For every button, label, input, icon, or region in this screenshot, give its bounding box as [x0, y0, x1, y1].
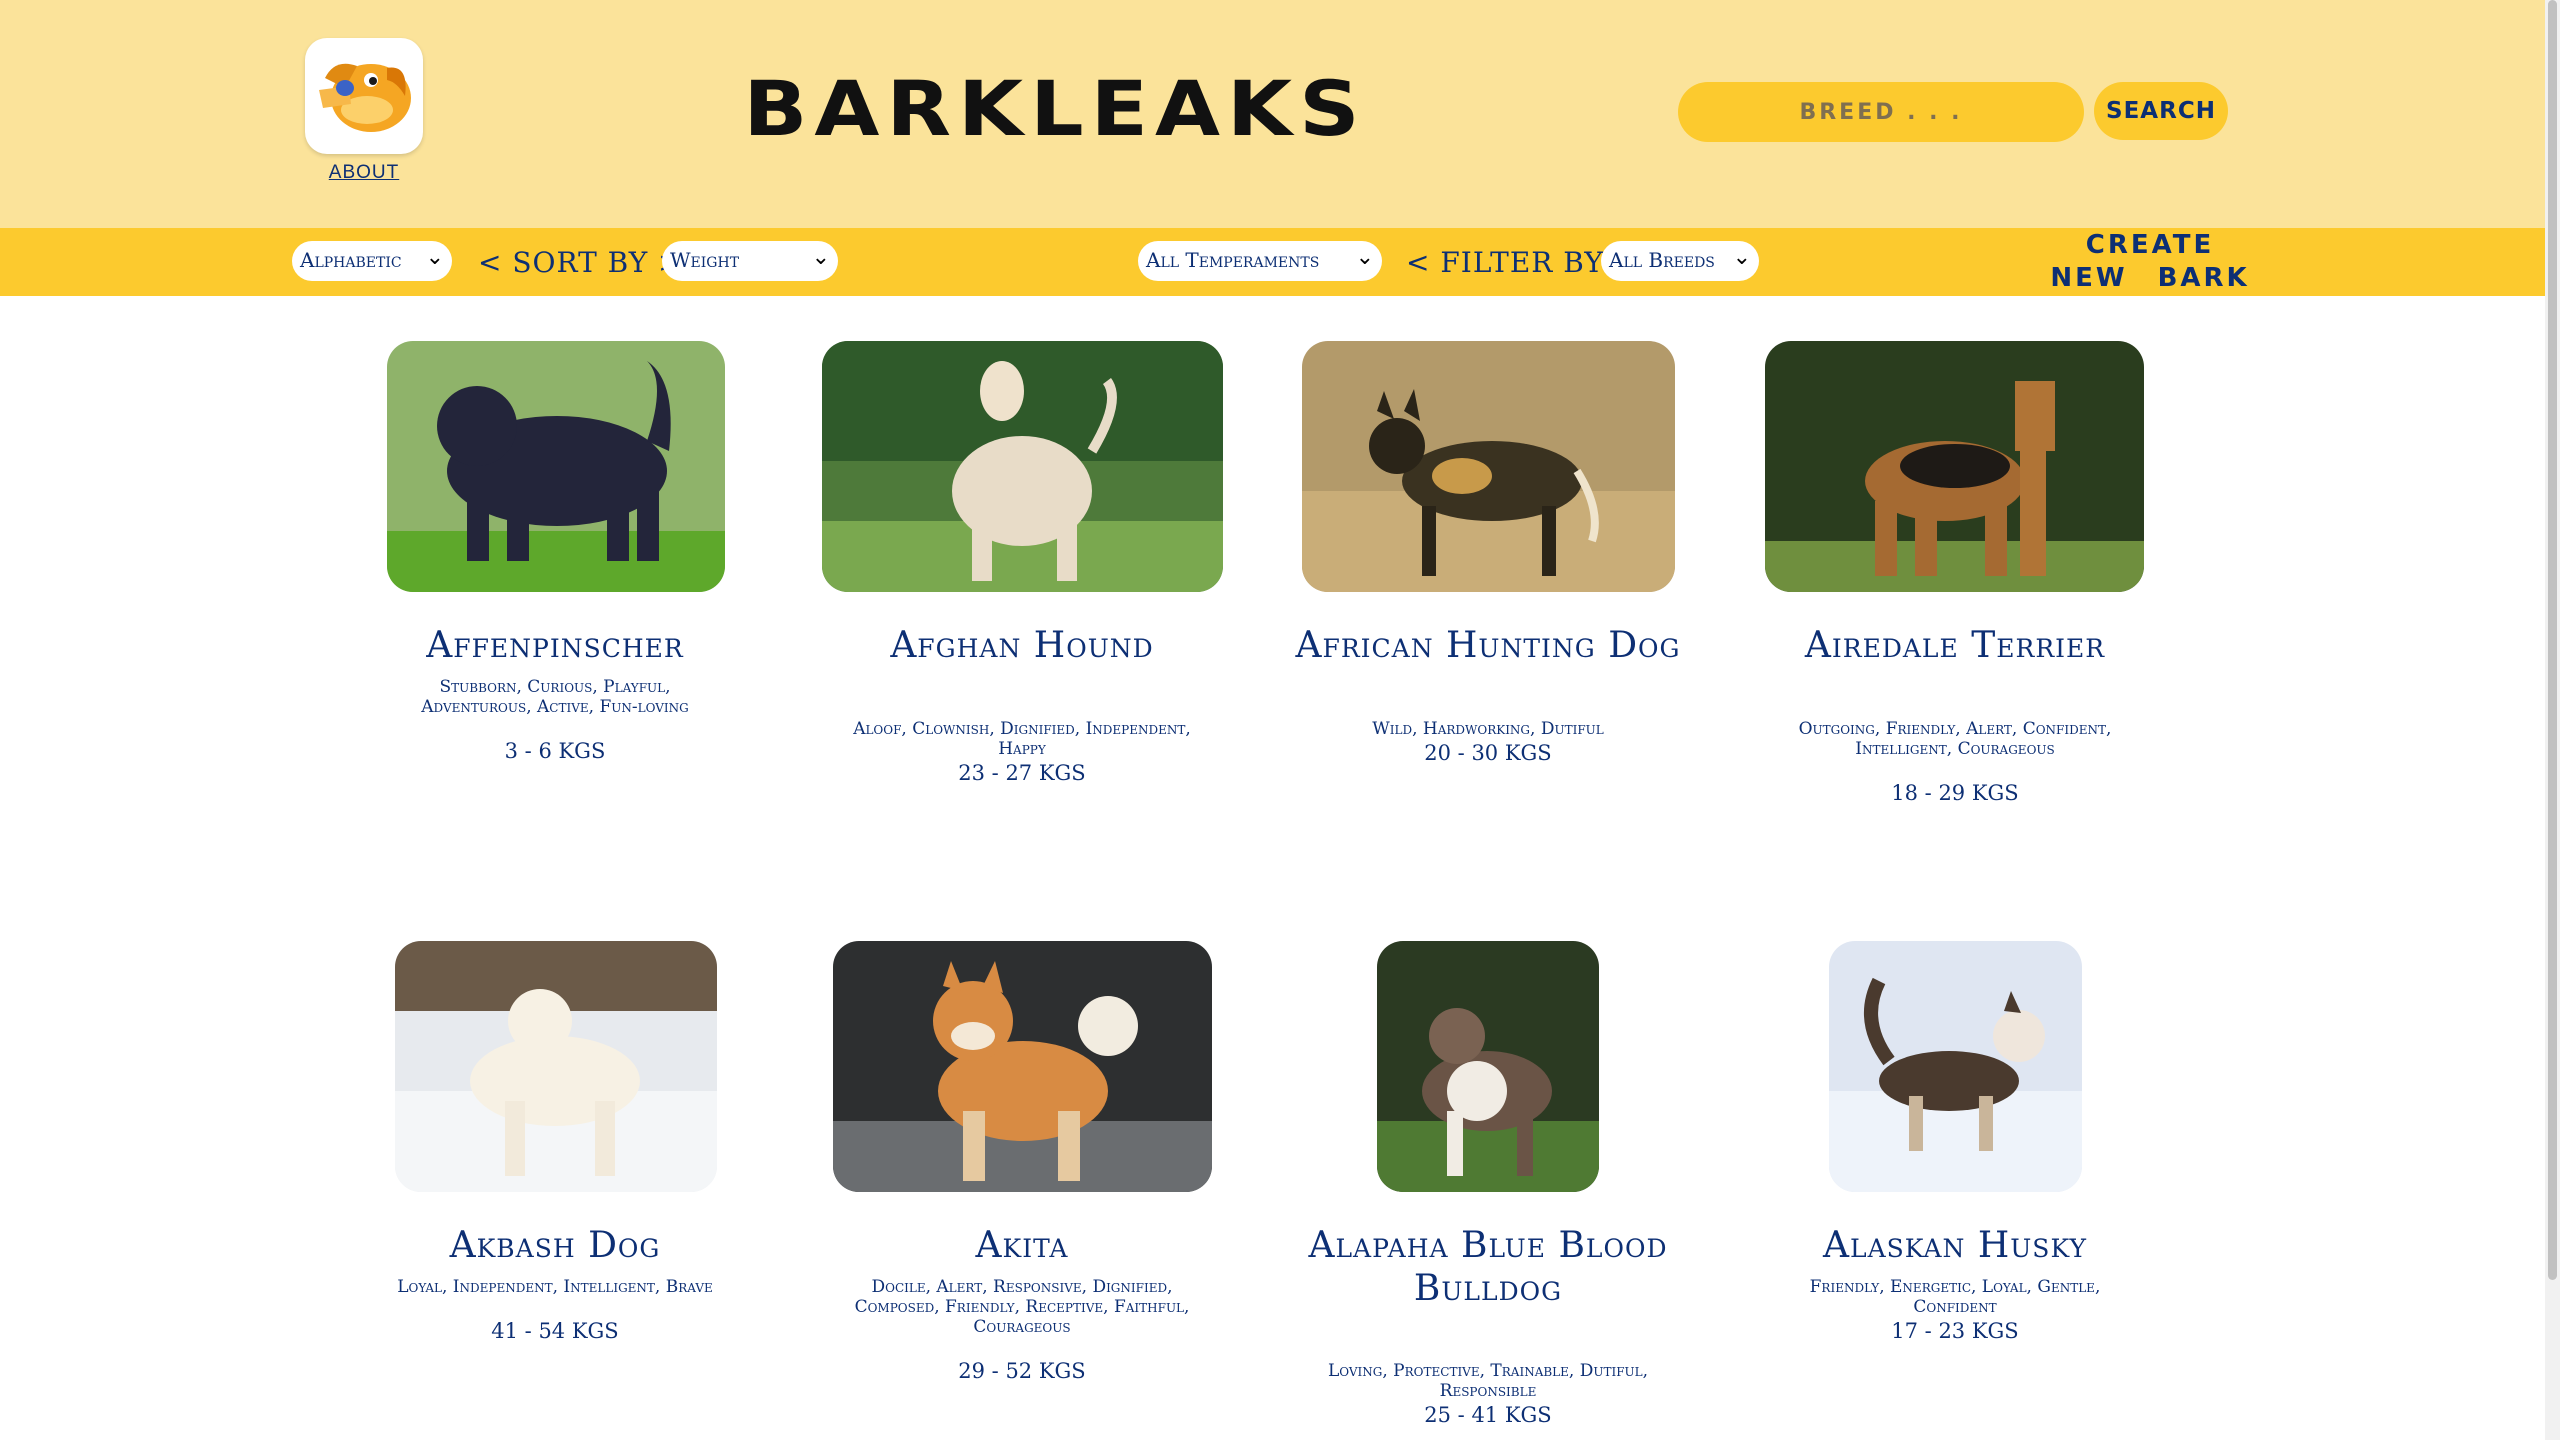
sort-select-value: Weight	[670, 248, 740, 272]
sort-select[interactable]: Weight ⌄	[662, 241, 838, 281]
breed-temperaments: Outgoing, Friendly, Alert, Confident, In…	[1798, 719, 2112, 759]
chevron-down-icon: ⌄	[811, 245, 830, 270]
sort-by-label: < SORT BY >	[478, 246, 683, 279]
breed-name: Akita	[975, 1225, 1069, 1266]
dog-photo	[387, 341, 725, 592]
search-button[interactable]: SEARCH	[2094, 82, 2228, 140]
breed-name: Airedale Terrier	[1804, 625, 2106, 666]
breed-temperaments: Friendly, Energetic, Loyal, Gentle, Conf…	[1809, 1277, 2101, 1317]
breed-temperaments: Wild, Hardworking, Dutiful	[1372, 719, 1604, 739]
create-button-line1: CREATE	[2085, 230, 2215, 260]
breed-temperaments: Loyal, Independent, Intelligent, Brave	[397, 1277, 713, 1297]
create-new-bark-button[interactable]: CREATE NEW BARK	[2050, 228, 2250, 296]
order-select-value: Alphabetic	[300, 248, 402, 272]
about-link[interactable]: ABOUT	[304, 162, 424, 184]
dog-photo	[833, 941, 1212, 1192]
breed-select[interactable]: All Breeds ⌄	[1601, 241, 1759, 281]
breed-temperaments: Aloof, Clownish, Dignified, Independent,…	[853, 719, 1191, 759]
breed-name: Alaskan Husky	[1823, 1225, 2087, 1266]
temperament-select-value: All Temperaments	[1146, 248, 1320, 272]
breed-name: Affenpinscher	[426, 625, 684, 666]
logo-icon[interactable]	[305, 38, 423, 154]
breed-temperaments: Loving, Protective, Trainable, Dutiful, …	[1327, 1361, 1649, 1401]
order-select[interactable]: Alphabetic ⌄	[292, 241, 452, 281]
chevron-down-icon: ⌄	[1355, 245, 1374, 270]
breed-name: Alapaha Blue Blood Bulldog	[1308, 1225, 1668, 1309]
breed-weight: 25 - 41 KGS	[1424, 1403, 1552, 1427]
breed-select-value: All Breeds	[1609, 248, 1715, 272]
breed-temperaments: Docile, Alert, Responsive, Dignified, Co…	[854, 1277, 1190, 1337]
breed-weight: 23 - 27 KGS	[958, 761, 1086, 785]
breed-name: Akbash Dog	[449, 1225, 661, 1266]
search-input[interactable]	[1678, 82, 2084, 142]
page-title: BARKLEAKS	[743, 64, 1367, 154]
breed-weight: 29 - 52 KGS	[958, 1359, 1086, 1383]
chevron-down-icon: ⌄	[1732, 245, 1751, 270]
breed-weight: 41 - 54 KGS	[491, 1319, 619, 1343]
header: ABOUT BARKLEAKS SEARCH	[0, 0, 2545, 228]
breed-name: Afghan Hound	[890, 625, 1154, 666]
toolbar: Alphabetic ⌄ < SORT BY > Weight ⌄ All Te…	[0, 228, 2545, 296]
breed-weight: 18 - 29 KGS	[1891, 781, 2019, 805]
dog-photo	[1377, 941, 1599, 1192]
create-button-line2: NEW BARK	[2050, 263, 2250, 293]
dog-photo	[1829, 941, 2082, 1192]
dog-photo	[822, 341, 1223, 592]
breed-name: African Hunting Dog	[1295, 625, 1681, 666]
breed-weight: 17 - 23 KGS	[1891, 1319, 2019, 1343]
breed-weight: 3 - 6 KGS	[504, 739, 606, 763]
breed-weight: 20 - 30 KGS	[1424, 741, 1552, 765]
scrollbar-thumb[interactable]	[2548, 0, 2557, 1280]
dog-photo	[1302, 341, 1675, 592]
dog-photo	[1765, 341, 2144, 592]
dog-photo	[395, 941, 717, 1192]
temperament-select[interactable]: All Temperaments ⌄	[1138, 241, 1382, 281]
breed-temperaments: Stubborn, Curious, Playful, Adventurous,…	[421, 677, 689, 717]
chevron-down-icon: ⌄	[425, 245, 444, 270]
